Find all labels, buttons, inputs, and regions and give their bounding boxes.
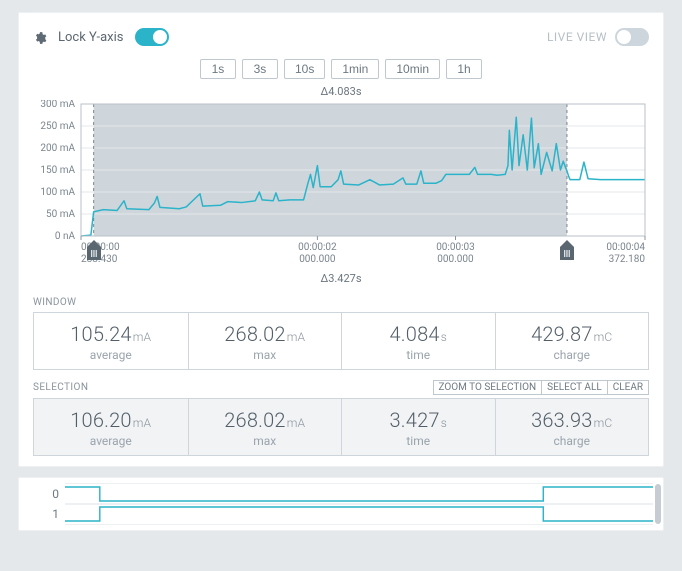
digital-label: 0 xyxy=(29,487,65,501)
svg-text:00:00:03: 00:00:03 xyxy=(436,242,475,253)
svg-text:200 mA: 200 mA xyxy=(40,143,75,154)
digital-row-1: 1 xyxy=(29,504,653,524)
live-view-switch[interactable] xyxy=(615,28,649,46)
time-range-button-1s[interactable]: 1s xyxy=(200,59,236,79)
current-chart[interactable]: 0 nA 50 mA 100 mA 150 mA 200 mA 250 mA 300 mA 0… xyxy=(33,100,649,270)
stat-time: 3.427stime xyxy=(341,399,495,455)
selection-section-label: SELECTION xyxy=(33,382,88,393)
chart-area: Δ4.083s 0 nA 50 mA 100 mA 150 mA 200 mA 250 m… xyxy=(33,85,649,285)
lock-yaxis-label: Lock Y-axis xyxy=(58,30,124,45)
window-stats-grid: 105.24mAaverage268.02mAmax4.084stime429.… xyxy=(33,312,649,370)
delta-window-label: Δ4.083s xyxy=(33,85,649,98)
stat-charge: 429.87mCcharge xyxy=(495,313,649,369)
digital-row-0: 0 xyxy=(29,484,653,504)
selection-action-clear[interactable]: CLEAR xyxy=(608,380,649,395)
lock-yaxis-switch[interactable] xyxy=(135,28,169,46)
svg-text:000.000: 000.000 xyxy=(299,254,336,265)
time-range-button-1min[interactable]: 1min xyxy=(331,59,379,79)
digital-label: 1 xyxy=(29,507,65,521)
selection-actions: ZOOM TO SELECTIONSELECT ALLCLEAR xyxy=(433,380,649,395)
svg-text:100 mA: 100 mA xyxy=(40,187,75,198)
top-bar: Lock Y-axis LIVE VIEW xyxy=(33,25,649,49)
digital-plot[interactable] xyxy=(65,483,653,505)
time-range-button-1h[interactable]: 1h xyxy=(446,59,482,79)
selection-action-zoom-to-selection[interactable]: ZOOM TO SELECTION xyxy=(433,380,543,395)
digital-scrollbar[interactable] xyxy=(655,484,661,524)
window-section-label: WINDOW xyxy=(33,297,649,308)
time-range-button-10s[interactable]: 10s xyxy=(284,59,325,79)
time-range-buttons: 1s 3s 10s 1min 10min 1h xyxy=(33,59,649,79)
time-range-button-3s[interactable]: 3s xyxy=(242,59,278,79)
digital-plot[interactable] xyxy=(65,503,653,525)
stat-charge: 363.93mCcharge xyxy=(495,399,649,455)
svg-text:00:00:02: 00:00:02 xyxy=(298,242,337,253)
svg-text:372.180: 372.180 xyxy=(609,254,646,265)
digital-panel: 01 xyxy=(18,477,664,531)
delta-selection-label: Δ3.427s xyxy=(33,272,649,285)
time-range-button-10min[interactable]: 10min xyxy=(385,59,440,79)
power-profiler-panel: Lock Y-axis LIVE VIEW 1s 3s 10s 1min 10min 1h… xyxy=(18,12,664,467)
stat-max: 268.02mAmax xyxy=(188,399,342,455)
svg-text:300 mA: 300 mA xyxy=(40,100,75,110)
selection-action-select-all[interactable]: SELECT ALL xyxy=(542,380,608,395)
svg-text:50 mA: 50 mA xyxy=(46,209,75,220)
selection-stats-grid: 106.20mAaverage268.02mAmax3.427stime363.… xyxy=(33,398,649,456)
svg-text:250 mA: 250 mA xyxy=(40,121,75,132)
gear-icon[interactable] xyxy=(33,30,47,44)
svg-text:0 nA: 0 nA xyxy=(55,231,76,242)
live-view-label: LIVE VIEW xyxy=(547,30,607,44)
stat-time: 4.084stime xyxy=(341,313,495,369)
svg-text:150 mA: 150 mA xyxy=(40,165,75,176)
stat-average: 105.24mAaverage xyxy=(34,313,188,369)
stat-max: 268.02mAmax xyxy=(188,313,342,369)
svg-text:00:00:04: 00:00:04 xyxy=(606,242,645,253)
svg-text:000.000: 000.000 xyxy=(437,254,474,265)
stat-average: 106.20mAaverage xyxy=(34,399,188,455)
